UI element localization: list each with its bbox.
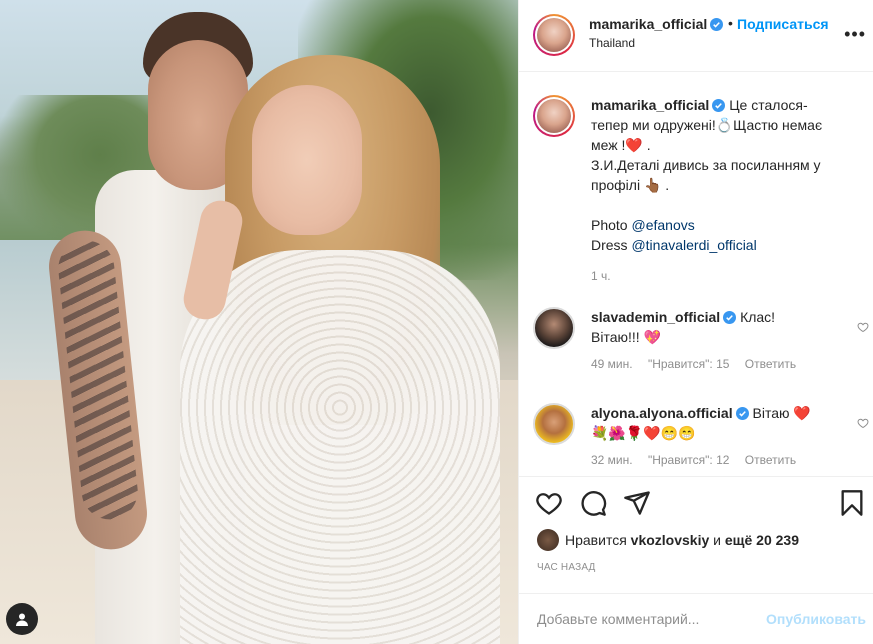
follow-button[interactable]: Подписаться (737, 16, 829, 32)
verified-badge-icon (723, 311, 737, 324)
author-username-text[interactable]: mamarika_official (589, 16, 707, 32)
comment-text: slavademin_official Клас! Вітаю!!! 💖 (591, 307, 863, 347)
location-link[interactable]: Thailand (589, 36, 635, 50)
comment-body: Вітаю ❤️ (752, 405, 811, 421)
comment-time[interactable]: 49 мин. (591, 357, 633, 371)
caption-line: профілі 👆🏾 . (591, 177, 670, 193)
verified-badge-icon (712, 99, 726, 112)
dress-credit-label: Dress (591, 237, 632, 253)
caption-line: меж !❤️ . (591, 137, 651, 153)
comment-input[interactable]: Добавьте комментарий... (537, 611, 699, 627)
liker-username[interactable]: vkozlovskiy (631, 532, 710, 548)
photo-bride-face (252, 85, 362, 235)
commenter-avatar[interactable] (533, 403, 575, 445)
comment-item: slavademin_official Клас! Вітаю!!! 💖 49 … (533, 307, 869, 371)
comment-time[interactable]: 32 мин. (591, 453, 633, 467)
like-heart-icon[interactable] (535, 489, 563, 517)
separator-dot: • (728, 15, 733, 31)
verified-badge-icon (710, 18, 724, 31)
caption-meta: 1 ч. (591, 269, 863, 283)
reply-button[interactable]: Ответить (745, 453, 796, 467)
comment-author[interactable]: slavademin_official (591, 309, 720, 325)
post-comment-button[interactable]: Опубликовать (766, 611, 866, 627)
comment-body: Вітаю!!! 💖 (591, 329, 661, 345)
designer-mention[interactable]: @tinavalerdi_official (631, 237, 756, 253)
save-bookmark-icon[interactable] (838, 489, 866, 517)
caption: mamarika_official Це сталося- тепер ми о… (533, 95, 863, 283)
share-send-icon[interactable] (623, 489, 651, 517)
comments-list[interactable]: mamarika_official Це сталося- тепер ми о… (519, 73, 873, 475)
post-photo[interactable] (0, 0, 518, 644)
comment-text: alyona.alyona.official Вітаю ❤️ 💐🌺🌹❤️😁😁 (591, 403, 863, 443)
verified-badge-icon (735, 407, 749, 420)
caption-text: mamarika_official Це сталося- тепер ми о… (591, 95, 863, 255)
comment-author[interactable]: alyona.alyona.official (591, 405, 733, 421)
photographer-mention[interactable]: @efanovs (631, 217, 694, 233)
post-side-panel: mamarika_official • Подписаться Thailand… (518, 0, 873, 644)
commenter-avatar[interactable] (533, 307, 575, 349)
likes-count[interactable]: ещё 20 239 (725, 532, 799, 548)
post-header: mamarika_official • Подписаться Thailand… (519, 0, 873, 72)
likes-summary: Нравится vkozlovskiy и ещё 20 239 (537, 529, 799, 551)
comment-body: 💐🌺🌹❤️😁😁 (591, 425, 696, 441)
caption-author-avatar[interactable] (533, 95, 575, 137)
photo-credit-label: Photo (591, 217, 632, 233)
caption-line: тепер ми одружені!💍Щастю немає (591, 117, 823, 133)
comment-body: Клас! (740, 309, 776, 325)
comment-meta: 49 мин. "Нравится": 15 Ответить (591, 357, 863, 371)
liker-avatar[interactable] (537, 529, 559, 551)
comment-likes[interactable]: "Нравится": 12 (648, 453, 730, 467)
like-comment-heart-icon[interactable] (857, 321, 869, 333)
likes-and: и (709, 532, 725, 548)
photo-dress (180, 250, 500, 644)
caption-line: З.И.Деталі дивись за посиланням у (591, 157, 821, 173)
post-timestamp[interactable]: ЧАС НАЗАД (537, 562, 596, 573)
like-comment-heart-icon[interactable] (857, 417, 869, 429)
caption-time[interactable]: 1 ч. (591, 269, 611, 283)
caption-line: Це сталося- (729, 97, 808, 113)
comment-item: alyona.alyona.official Вітаю ❤️ 💐🌺🌹❤️😁😁 … (533, 403, 869, 467)
tagged-users-icon[interactable] (6, 603, 38, 635)
comment-likes[interactable]: "Нравится": 15 (648, 357, 730, 371)
add-comment-bar: Добавьте комментарий... Опубликовать (519, 593, 873, 644)
more-options-icon[interactable]: ••• (844, 24, 866, 45)
post-actions: Нравится vkozlovskiy и ещё 20 239 (519, 476, 873, 566)
reply-button[interactable]: Ответить (745, 357, 796, 371)
comment-bubble-icon[interactable] (579, 489, 607, 517)
caption-author[interactable]: mamarika_official (591, 97, 709, 113)
likes-prefix: Нравится (565, 532, 631, 548)
comment-meta: 32 мин. "Нравится": 12 Ответить (591, 453, 863, 467)
author-avatar[interactable] (533, 14, 575, 56)
author-username[interactable]: mamarika_official (589, 16, 724, 32)
